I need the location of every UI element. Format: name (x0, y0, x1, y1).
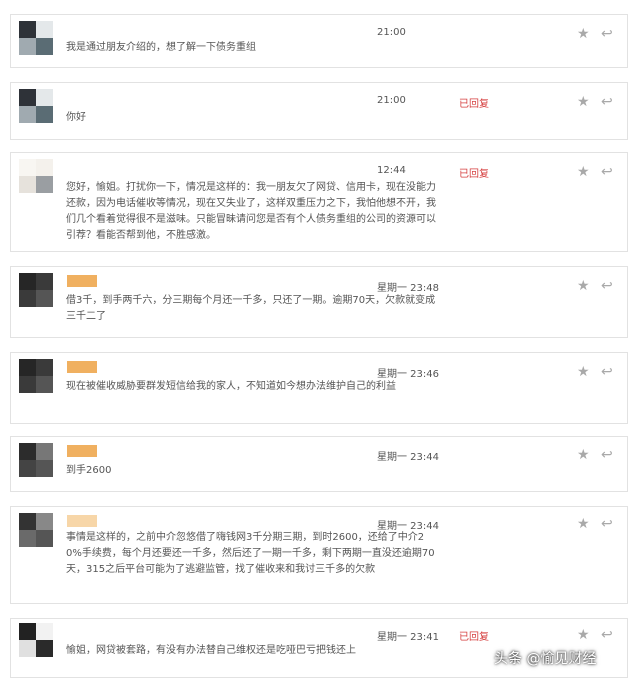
message-time: 12:44 (377, 165, 406, 176)
message-text: 到手2600 (66, 465, 112, 476)
star-icon[interactable]: ★ (577, 448, 590, 462)
watermark: 头条 @愉见财经 (494, 651, 597, 667)
reply-arrow-icon[interactable]: ↩ (601, 365, 613, 379)
reply-arrow-icon[interactable]: ↩ (601, 95, 613, 109)
message-text: 你好 (66, 112, 86, 123)
reply-arrow-icon[interactable]: ↩ (601, 517, 613, 531)
message-card[interactable]: 事情是这样的，之前中介忽悠借了嗨钱网3千分期三期，到时2600，还给了中介20%… (10, 506, 628, 604)
message-card[interactable]: 我是通过朋友介绍的，想了解一下债务重组 21:00 ★ ↩ (10, 14, 628, 68)
avatar (19, 443, 53, 477)
star-icon[interactable]: ★ (577, 27, 590, 41)
star-icon[interactable]: ★ (577, 279, 590, 293)
message-card[interactable]: 借3千，到手两千六，分三期每个月还一千多，只还了一期。逾期70天，欠款就变成三千… (10, 266, 628, 338)
message-card[interactable]: 到手2600 星期一 23:44 ★ ↩ (10, 436, 628, 492)
message-text: 现在被催收威胁要群发短信给我的家人，不知道如今想办法维护自己的利益 (66, 381, 396, 392)
message-text: 愉姐，网贷被套路，有没有办法替自己维权还是吃哑巴亏把钱还上 (66, 645, 356, 656)
message-time: 星期一 23:41 (377, 632, 439, 643)
reply-arrow-icon[interactable]: ↩ (601, 279, 613, 293)
message-card[interactable]: 现在被催收威胁要群发短信给我的家人，不知道如今想办法维护自己的利益 星期一 23… (10, 352, 628, 424)
message-text: 我是通过朋友介绍的，想了解一下债务重组 (66, 42, 256, 53)
message-time: 星期一 23:48 (377, 283, 439, 294)
avatar (19, 359, 53, 393)
message-time: 21:00 (377, 27, 406, 38)
user-tag-badge (67, 445, 97, 457)
replied-status: 已回复 (459, 99, 489, 110)
avatar (19, 273, 53, 307)
message-text: 借3千，到手两千六，分三期每个月还一千多，只还了一期。逾期70天，欠款就变成三千… (66, 295, 436, 322)
avatar (19, 623, 53, 657)
message-time: 星期一 23:44 (377, 452, 439, 463)
reply-arrow-icon[interactable]: ↩ (601, 27, 613, 41)
replied-status: 已回复 (459, 169, 489, 180)
message-text: 您好，愉姐。打扰你一下，情况是这样的：我一朋友欠了网贷、信用卡，现在没能力还款，… (66, 182, 436, 241)
avatar (19, 513, 53, 547)
message-text: 事情是这样的，之前中介忽悠借了嗨钱网3千分期三期，到时2600，还给了中介20%… (66, 532, 435, 575)
star-icon[interactable]: ★ (577, 365, 590, 379)
message-card[interactable]: 您好，愉姐。打扰你一下，情况是这样的：我一朋友欠了网贷、信用卡，现在没能力还款，… (10, 152, 628, 252)
star-icon[interactable]: ★ (577, 95, 590, 109)
user-tag-badge (67, 275, 97, 287)
reply-arrow-icon[interactable]: ↩ (601, 165, 613, 179)
avatar (19, 21, 53, 55)
message-card[interactable]: 你好 21:00 已回复 ★ ↩ (10, 82, 628, 140)
avatar (19, 89, 53, 123)
message-time: 21:00 (377, 95, 406, 106)
star-icon[interactable]: ★ (577, 628, 590, 642)
message-time: 星期一 23:46 (377, 369, 439, 380)
star-icon[interactable]: ★ (577, 517, 590, 531)
replied-status: 已回复 (459, 632, 489, 643)
avatar (19, 159, 53, 193)
user-tag-badge (67, 515, 97, 527)
reply-arrow-icon[interactable]: ↩ (601, 448, 613, 462)
user-tag-badge (67, 361, 97, 373)
star-icon[interactable]: ★ (577, 165, 590, 179)
message-time: 星期一 23:44 (377, 521, 439, 532)
reply-arrow-icon[interactable]: ↩ (601, 628, 613, 642)
